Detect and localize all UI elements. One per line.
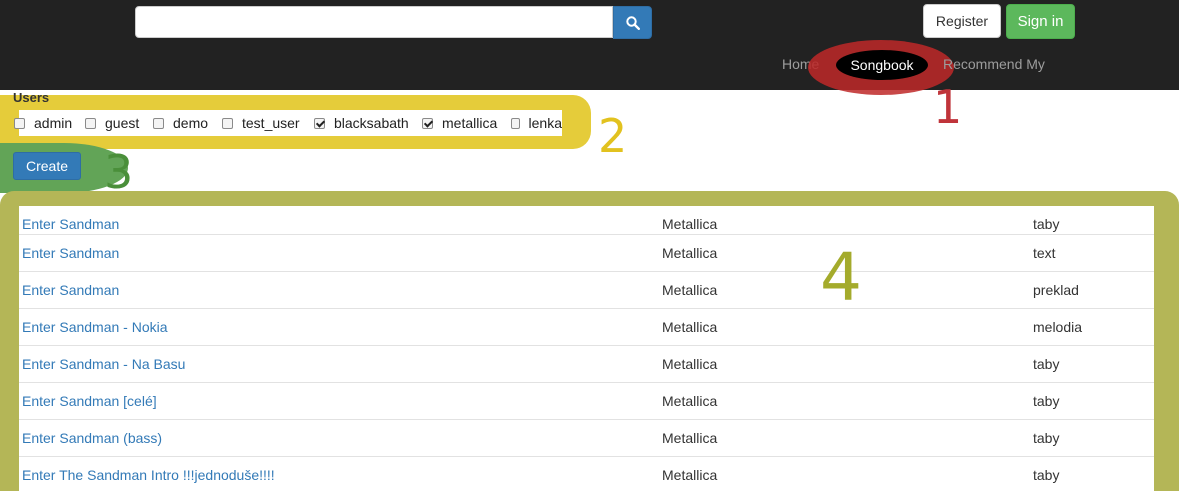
song-title-link[interactable]: Enter Sandman: [22, 245, 119, 261]
table-row: Enter Sandman - Na Basu Metallica taby: [19, 345, 1154, 382]
table-row: Enter The Sandman Intro !!!jednoduše!!!!…: [19, 456, 1154, 491]
song-title-link[interactable]: Enter Sandman [celé]: [22, 393, 157, 409]
results-table: Enter Sandman Metallica taby Enter Sandm…: [19, 206, 1154, 491]
song-artist: Metallica: [662, 356, 718, 372]
table-row: Enter Sandman Metallica text: [19, 234, 1154, 271]
checkbox-checked[interactable]: [422, 117, 433, 129]
search-icon: [626, 16, 640, 30]
navbar: Register Sign in Home Songbook Recommend…: [0, 0, 1179, 95]
song-type: taby: [1033, 216, 1060, 232]
song-artist: Metallica: [662, 430, 718, 446]
table-row: Enter Sandman Metallica preklad: [19, 271, 1154, 308]
user-option-guest[interactable]: guest: [85, 115, 139, 131]
user-option-lenka[interactable]: lenka: [511, 115, 562, 131]
table-row: Enter Sandman (bass) Metallica taby: [19, 419, 1154, 456]
user-option-blacksabath[interactable]: blacksabath: [314, 115, 409, 131]
song-title-link[interactable]: Enter Sandman: [22, 282, 119, 298]
song-artist: Metallica: [662, 245, 718, 261]
search-input[interactable]: [135, 6, 613, 38]
annotation-number-4: 4: [820, 239, 862, 316]
users-label: Users: [13, 90, 50, 105]
search-button[interactable]: [613, 6, 652, 39]
song-title-link[interactable]: Enter Sandman - Nokia: [22, 319, 168, 335]
user-name: metallica: [442, 115, 498, 131]
user-name: lenka: [528, 115, 562, 131]
song-artist: Metallica: [662, 393, 718, 409]
user-option-metallica[interactable]: metallica: [422, 115, 497, 131]
checkbox-checked[interactable]: [314, 117, 325, 129]
user-name: demo: [173, 115, 209, 131]
user-name: test_user: [242, 115, 300, 131]
song-type: text: [1033, 245, 1056, 261]
user-name: guest: [105, 115, 140, 131]
song-artist: Metallica: [662, 282, 718, 298]
signin-button[interactable]: Sign in: [1006, 4, 1075, 39]
table-row: Enter Sandman - Nokia Metallica melodia: [19, 308, 1154, 345]
song-type: taby: [1033, 356, 1060, 372]
user-name: blacksabath: [334, 115, 409, 131]
annotation-number-2: 2: [598, 109, 628, 163]
checkbox[interactable]: [85, 117, 96, 129]
song-title-link[interactable]: Enter Sandman - Na Basu: [22, 356, 185, 372]
song-artist: Metallica: [662, 319, 718, 335]
create-button[interactable]: Create: [13, 152, 81, 180]
nav-recommend-link[interactable]: Recommend My: [943, 56, 1045, 72]
checkbox[interactable]: [14, 117, 25, 129]
song-type: preklad: [1033, 282, 1079, 298]
checkbox[interactable]: [222, 117, 233, 129]
song-title-link[interactable]: Enter Sandman: [22, 216, 119, 232]
song-title-link[interactable]: Enter Sandman (bass): [22, 430, 162, 446]
user-name: admin: [34, 115, 73, 131]
user-option-demo[interactable]: demo: [153, 115, 208, 131]
annotation-number-1: 1: [933, 80, 963, 134]
song-type: melodia: [1033, 319, 1083, 335]
checkbox[interactable]: [153, 117, 164, 129]
song-type: taby: [1033, 467, 1060, 483]
song-type: taby: [1033, 393, 1060, 409]
checkbox[interactable]: [511, 117, 520, 129]
song-title-link[interactable]: Enter The Sandman Intro !!!jednoduše!!!!: [22, 467, 275, 483]
song-artist: Metallica: [662, 467, 718, 483]
table-row: Enter Sandman [celé] Metallica taby: [19, 382, 1154, 419]
user-option-test-user[interactable]: test_user: [222, 115, 300, 131]
register-button[interactable]: Register: [923, 4, 1001, 38]
annotation-number-3: 3: [104, 145, 134, 199]
song-artist: Metallica: [662, 216, 718, 232]
nav-songbook-link[interactable]: Songbook: [836, 50, 928, 80]
user-option-admin[interactable]: admin: [14, 115, 72, 131]
song-type: taby: [1033, 430, 1060, 446]
